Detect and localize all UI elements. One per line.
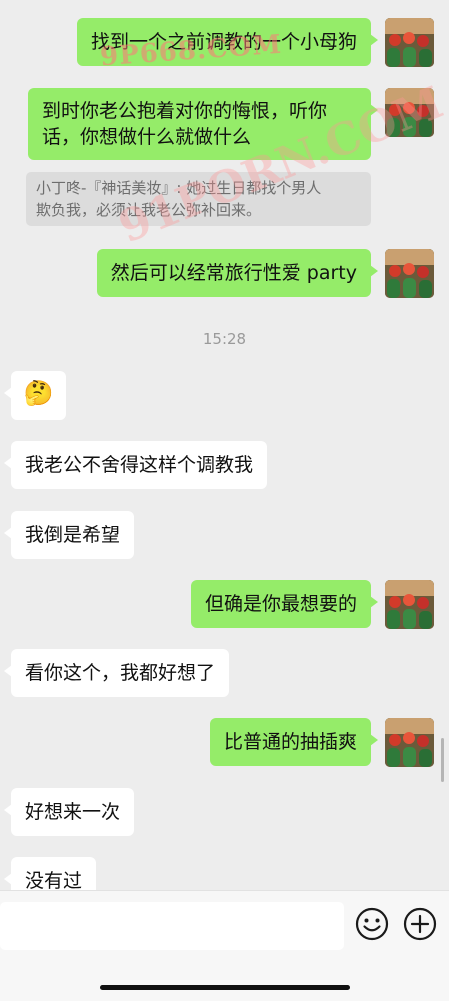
message-text: 没有过 <box>25 870 83 890</box>
message-bubble-outgoing[interactable]: 然后可以经常旅行性爱 party <box>96 249 379 297</box>
message-text: 话，你想做什么就做什么 <box>42 126 252 148</box>
avatar-image <box>385 580 434 629</box>
message-bubble-incoming[interactable]: 我倒是希望 <box>3 511 135 559</box>
smiley-icon <box>355 907 389 941</box>
avatar[interactable] <box>385 580 434 629</box>
message-text: 好想来一次 <box>25 801 121 823</box>
quote-text: 小丁咚-『神话美妆』: 她过生日都找个男人 <box>36 179 322 197</box>
quote-text: 欺负我，必须让我老公弥补回来。 <box>36 201 262 219</box>
message-bubble-outgoing[interactable]: 找到一个之前调教的一个小母狗 <box>76 18 379 66</box>
message-bubble-incoming[interactable]: 我老公不舍得这样个调教我 <box>3 441 268 489</box>
chat-area[interactable]: 找到一个之前调教的一个小母狗 到时你老公抱着对你的悔恨，听你 话，你想做什么就做… <box>0 0 449 890</box>
emoji-button[interactable] <box>354 906 390 942</box>
avatar-image <box>385 249 434 298</box>
more-button[interactable] <box>402 906 438 942</box>
message-bubble-incoming[interactable]: 没有过 <box>3 857 97 890</box>
message-text: 我倒是希望 <box>25 524 121 546</box>
message-bubble-outgoing[interactable]: 到时你老公抱着对你的悔恨，听你 话，你想做什么就做什么 <box>28 88 378 160</box>
message-text: 找到一个之前调教的一个小母狗 <box>90 31 357 53</box>
message-text: 到时你老公抱着对你的悔恨，听你 <box>42 100 328 122</box>
message-bubble-incoming[interactable]: 看你这个，我都好想了 <box>3 649 230 697</box>
avatar[interactable] <box>385 18 434 67</box>
avatar-image <box>385 18 434 67</box>
avatar[interactable] <box>385 249 434 298</box>
avatar-image <box>385 718 434 767</box>
message-input[interactable] <box>0 902 344 950</box>
message-bubble-outgoing[interactable]: 但确是你最想要的 <box>190 580 379 628</box>
avatar-image <box>385 88 434 137</box>
thinking-face-icon: 🤔 <box>23 379 54 407</box>
message-bubble-incoming[interactable]: 🤔 <box>4 371 66 420</box>
message-text: 比普通的抽插爽 <box>223 731 357 753</box>
message-text: 然后可以经常旅行性爱 party <box>110 262 357 284</box>
message-bubble-incoming[interactable]: 好想来一次 <box>3 788 135 836</box>
quoted-message[interactable]: 小丁咚-『神话美妆』: 她过生日都找个男人 欺负我，必须让我老公弥补回来。 <box>26 172 371 226</box>
timestamp: 15:28 <box>202 330 247 348</box>
avatar[interactable] <box>385 718 434 767</box>
plus-icon <box>403 907 437 941</box>
message-text: 但确是你最想要的 <box>204 593 357 615</box>
avatar[interactable] <box>385 88 434 137</box>
scrollbar[interactable] <box>441 738 444 782</box>
home-indicator[interactable] <box>100 985 350 990</box>
message-bubble-outgoing[interactable]: 比普通的抽插爽 <box>209 718 379 766</box>
message-text: 看你这个，我都好想了 <box>25 662 216 684</box>
message-text: 我老公不舍得这样个调教我 <box>25 454 254 476</box>
